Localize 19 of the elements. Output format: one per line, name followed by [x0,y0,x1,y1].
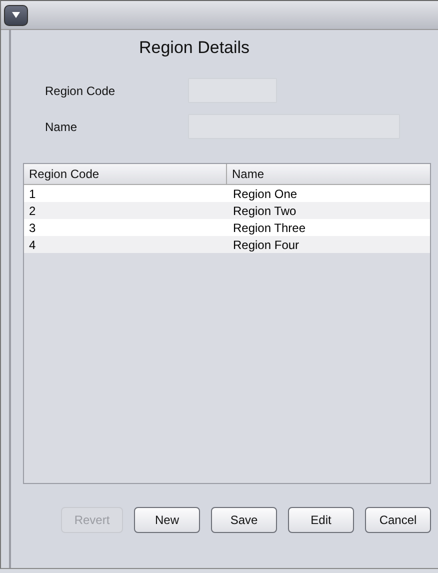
table-cell-text: Region Four [232,237,300,253]
action-button[interactable]: Edit [288,507,354,533]
action-button[interactable]: Save [211,507,277,533]
field-label: Name [44,120,78,134]
table-cell-text: Region Two [232,203,298,219]
window-menu-button[interactable] [4,4,28,26]
table-cell-text: 2 [28,203,37,219]
table-cell-text: 1 [28,186,37,202]
table-cell-text: Region Three [232,220,306,236]
table-cell-text: Region One [232,186,298,202]
table-cell-text: 3 [28,220,37,236]
field-label: Region Code [44,84,116,98]
action-button[interactable]: Cancel [365,507,431,533]
action-button[interactable]: New [134,507,200,533]
column-header[interactable]: Region Code [24,164,227,184]
triangle-down-icon [11,11,21,19]
table-cell-text: 4 [28,237,37,253]
form-title: Region Details [139,38,251,59]
column-header[interactable]: Name [227,164,430,184]
